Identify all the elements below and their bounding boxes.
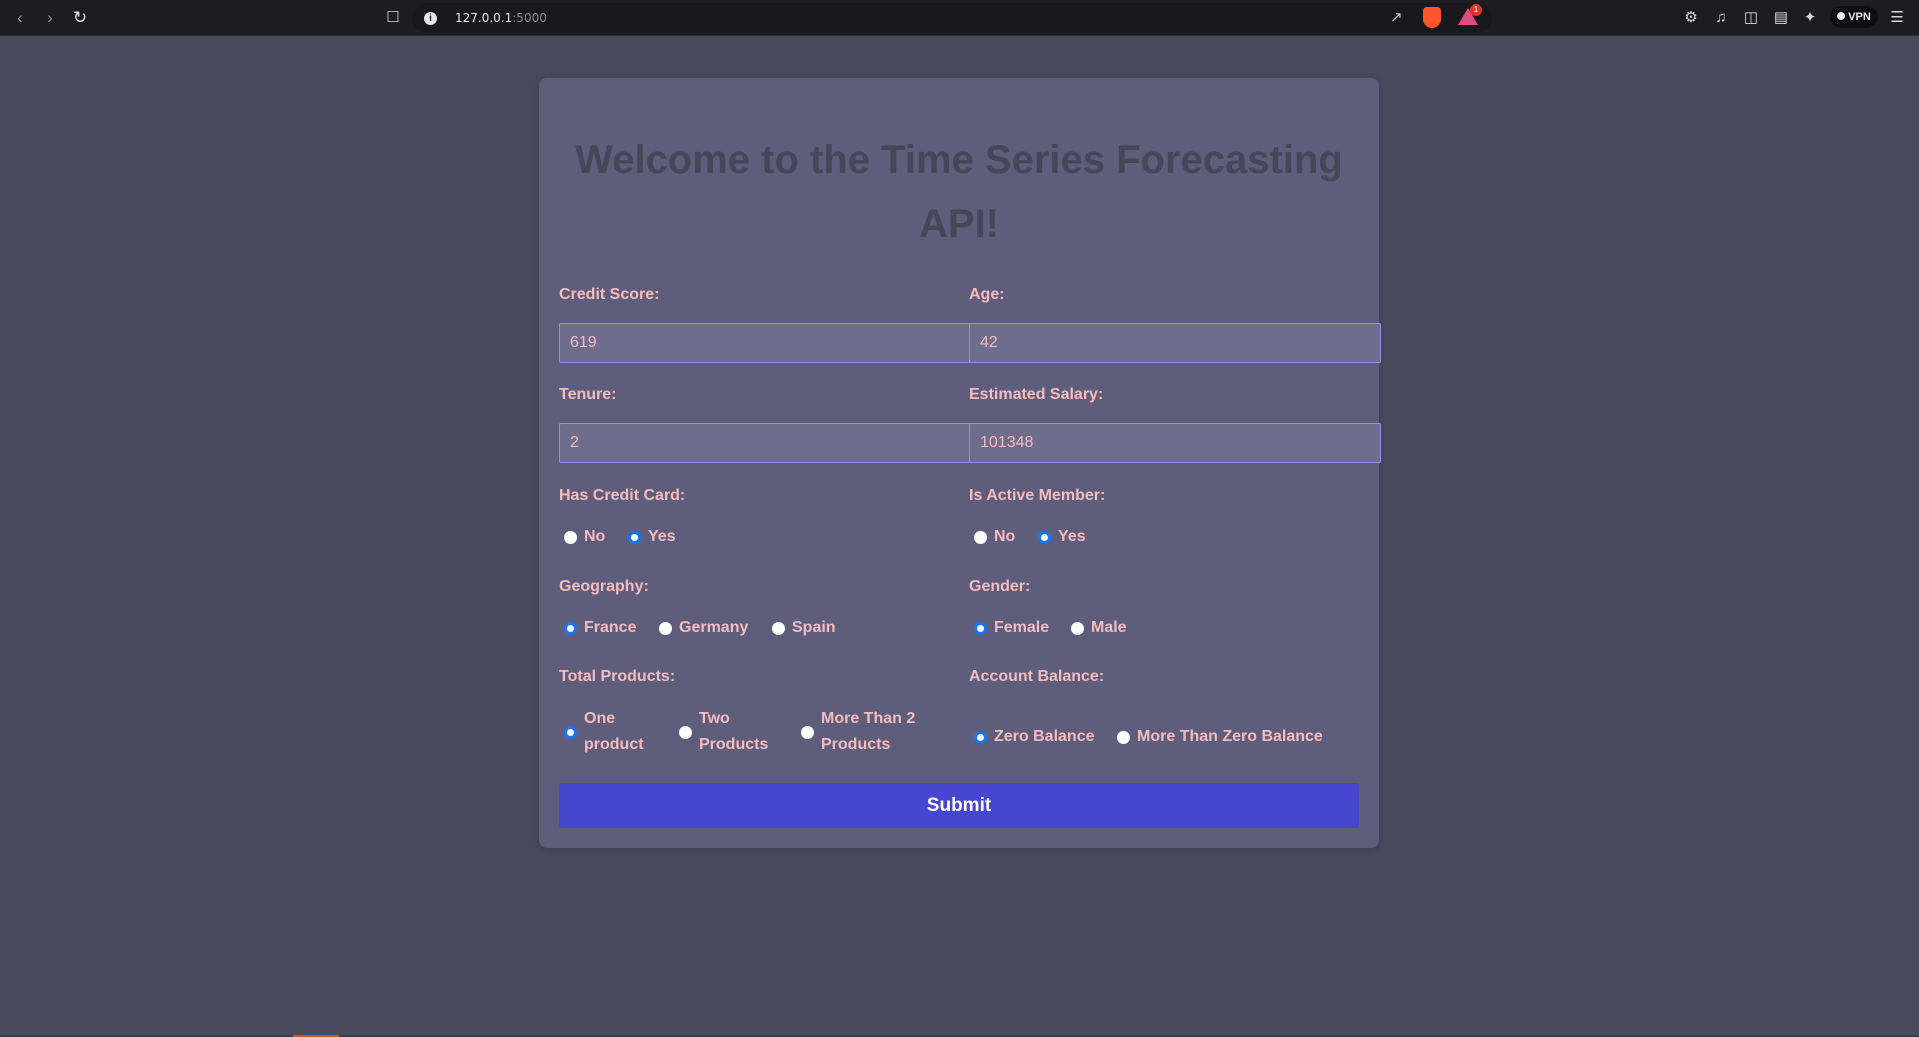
age-input[interactable]: 42 <box>969 323 1381 363</box>
page-title: Welcome to the Time Series Forecasting A… <box>575 138 1343 246</box>
tenure-input[interactable]: 2 <box>559 423 971 463</box>
url-text: 127.0.0.1:5000 <box>455 11 547 25</box>
bookmark-icon[interactable]: ☐ <box>384 7 402 29</box>
media-icon[interactable]: ♫ <box>1710 6 1732 30</box>
geography-spain-radio[interactable]: Spain <box>772 615 836 641</box>
geography-label: Geography: <box>559 578 649 595</box>
wallet-icon[interactable]: ▤ <box>1770 6 1792 30</box>
credit-score-label: Credit Score: <box>559 286 660 303</box>
site-info-icon[interactable]: i <box>424 12 437 25</box>
radio-checked-icon[interactable] <box>974 621 987 635</box>
vpn-button[interactable]: VPN <box>1830 6 1878 28</box>
gender-male-radio[interactable]: Male <box>1071 615 1127 641</box>
radio-unchecked-icon[interactable] <box>1117 730 1130 744</box>
gender-female-radio[interactable]: Female <box>974 615 1049 641</box>
rewards-badge: 1 <box>1470 4 1482 16</box>
total-products-more-than-2-radio[interactable]: More Than 2 Products <box>801 706 915 758</box>
total-products-two-radio[interactable]: Two Products <box>679 706 768 758</box>
brave-shield-icon[interactable] <box>1423 7 1441 28</box>
radio-unchecked-icon[interactable] <box>1071 621 1084 635</box>
has-credit-card-label: Has Credit Card: <box>559 487 686 504</box>
estimated-salary-label: Estimated Salary: <box>969 386 1104 403</box>
radio-unchecked-icon[interactable] <box>564 530 577 544</box>
menu-icon[interactable]: ☰ <box>1886 6 1908 30</box>
radio-unchecked-icon[interactable] <box>772 621 785 635</box>
is-active-member-label: Is Active Member: <box>969 487 1106 504</box>
vpn-status-icon <box>1837 12 1846 20</box>
radio-checked-icon[interactable] <box>564 621 577 635</box>
form-card: Welcome to the Time Series Forecasting A… <box>539 78 1381 848</box>
total-products-one-radio[interactable]: One product <box>564 706 644 758</box>
gender-label: Gender: <box>969 578 1031 595</box>
estimated-salary-input[interactable]: 101348 <box>969 423 1381 463</box>
brave-rewards-icon[interactable]: 1 <box>1458 4 1482 25</box>
credit-score-input[interactable]: 619 <box>559 323 971 363</box>
submit-button[interactable]: Submit <box>559 783 1359 828</box>
is-active-member-no-radio[interactable]: No <box>974 524 1015 550</box>
reload-icon[interactable]: ↻ <box>68 6 92 30</box>
leo-ai-icon[interactable]: ✦ <box>1799 6 1821 30</box>
account-balance-label: Account Balance: <box>969 668 1105 685</box>
extensions-icon[interactable]: ⚙ <box>1680 6 1702 30</box>
account-balance-zero-radio[interactable]: Zero Balance <box>974 724 1094 750</box>
address-bar[interactable]: i 127.0.0.1:5000 ↗ <box>412 3 1492 33</box>
age-label: Age: <box>969 286 1005 303</box>
share-icon[interactable]: ↗ <box>1390 8 1403 26</box>
forward-icon[interactable]: › <box>38 6 62 30</box>
radio-unchecked-icon[interactable] <box>659 621 672 635</box>
radio-checked-icon[interactable] <box>564 725 577 739</box>
radio-unchecked-icon[interactable] <box>679 725 692 739</box>
browser-toolbar: ‹ › ↻ ☐ i 127.0.0.1:5000 ↗ 1 ⚙ ♫ ◫ ▤ ✦ V… <box>0 0 1919 36</box>
account-balance-more-than-zero-radio[interactable]: More Than Zero Balance <box>1117 724 1323 750</box>
radio-checked-icon[interactable] <box>1038 530 1051 544</box>
back-icon[interactable]: ‹ <box>8 6 32 30</box>
radio-unchecked-icon[interactable] <box>974 530 987 544</box>
radio-checked-icon[interactable] <box>974 730 987 744</box>
has-credit-card-no-radio[interactable]: No <box>564 524 605 550</box>
sidebar-icon[interactable]: ◫ <box>1740 6 1762 30</box>
radio-unchecked-icon[interactable] <box>801 725 814 739</box>
tenure-label: Tenure: <box>559 386 617 403</box>
total-products-label: Total Products: <box>559 668 676 685</box>
geography-france-radio[interactable]: France <box>564 615 636 641</box>
geography-germany-radio[interactable]: Germany <box>659 615 748 641</box>
has-credit-card-yes-radio[interactable]: Yes <box>628 524 676 550</box>
is-active-member-yes-radio[interactable]: Yes <box>1038 524 1086 550</box>
radio-checked-icon[interactable] <box>628 530 641 544</box>
